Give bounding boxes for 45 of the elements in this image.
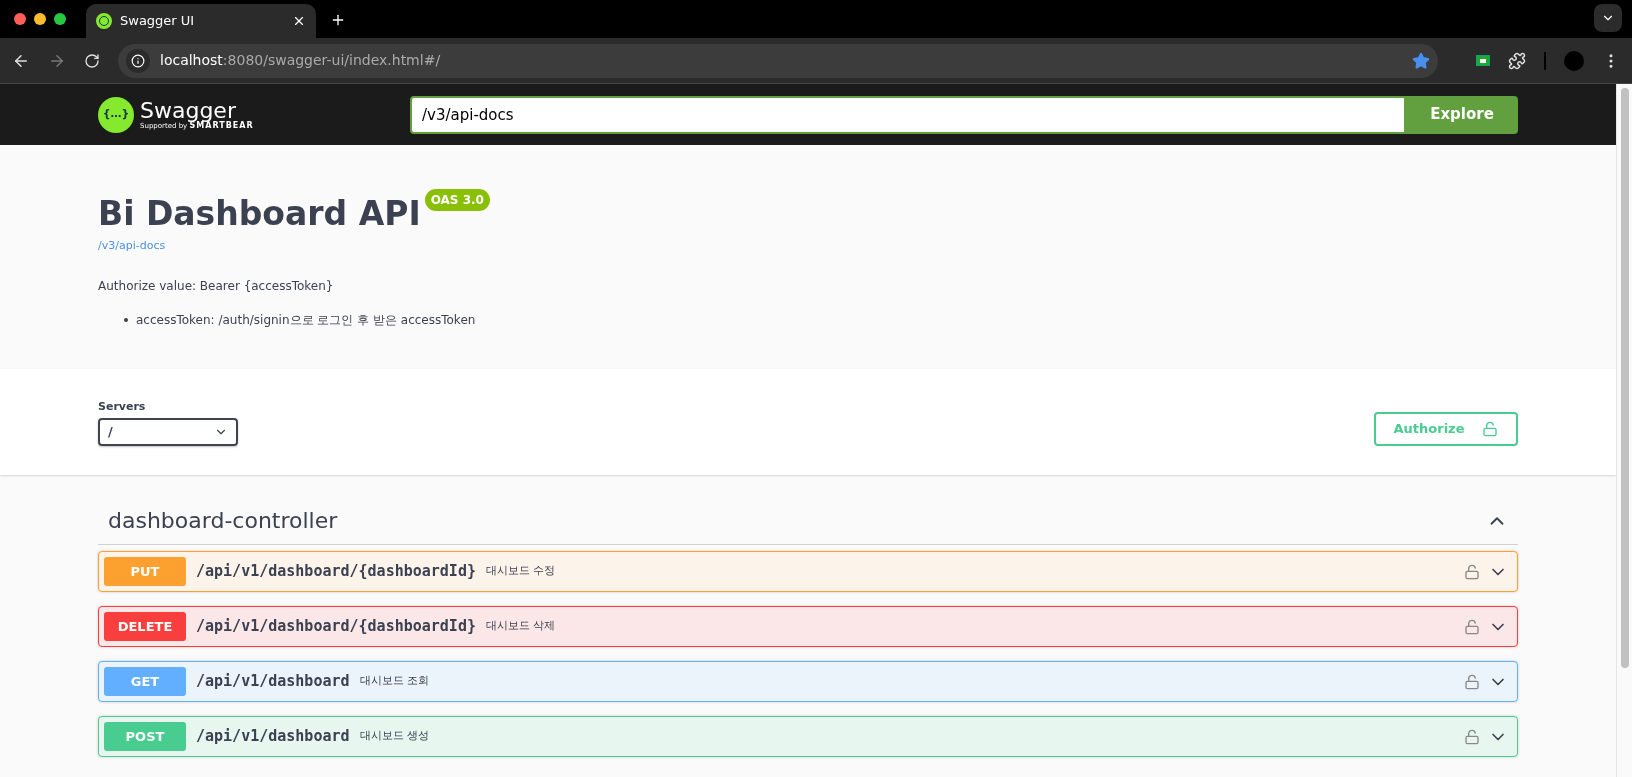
tab-title: Swagger UI bbox=[120, 12, 196, 31]
new-tab-icon[interactable] bbox=[330, 12, 346, 28]
endpoint-path: /api/v1/dashboard bbox=[196, 671, 350, 693]
endpoint-summary: 대시보드 수정 bbox=[485, 563, 557, 580]
api-title: Bi Dashboard API bbox=[98, 197, 421, 230]
operation-row[interactable]: PUT /api/v1/dashboard/{dashboardId} 대시보드 수정 bbox=[98, 551, 1518, 592]
unlocked-padlock-icon[interactable] bbox=[1464, 673, 1480, 690]
scrollbar-thumb[interactable] bbox=[1620, 88, 1629, 668]
site-info-icon[interactable] bbox=[126, 48, 150, 73]
extension-icon[interactable] bbox=[1476, 55, 1490, 66]
endpoint-path: /api/v1/dashboard bbox=[196, 726, 350, 748]
close-tab-icon[interactable] bbox=[292, 14, 306, 28]
operation-row[interactable]: POST /api/v1/dashboard 대시보드 생성 bbox=[98, 716, 1518, 757]
method-badge: PUT bbox=[104, 557, 186, 586]
bullet-text: accessToken: /auth/signin으로 로그인 후 받은 accessToken bbox=[136, 311, 476, 329]
unlocked-padlock-icon[interactable] bbox=[1464, 563, 1480, 580]
swagger-logo: {…} bbox=[98, 96, 134, 133]
server-select[interactable]: / bbox=[98, 417, 238, 446]
method-badge: GET bbox=[104, 667, 186, 696]
extensions-puzzle-icon[interactable] bbox=[1508, 51, 1526, 70]
operation-row[interactable]: GET /api/v1/dashboard 대시보드 조회 bbox=[98, 661, 1518, 702]
description-text: Authorize value: Bearer {accessToken} bbox=[98, 277, 335, 295]
url-text: localhost:8080/swagger-ui/index.html#/ bbox=[160, 51, 442, 70]
unlocked-padlock-icon bbox=[1482, 420, 1499, 437]
unlocked-padlock-icon[interactable] bbox=[1464, 618, 1480, 635]
endpoint-summary: 대시보드 삭제 bbox=[485, 618, 557, 635]
servers-label: Servers bbox=[98, 399, 147, 415]
endpoint-path: /api/v1/dashboard/{dashboardId} bbox=[196, 561, 476, 583]
version-badge: OAS 3.0 bbox=[424, 189, 490, 211]
tab-list-button[interactable] bbox=[1594, 4, 1622, 32]
browser-tab[interactable]: Swagger UI bbox=[86, 4, 316, 38]
unlocked-padlock-icon[interactable] bbox=[1464, 728, 1480, 745]
address-bar[interactable]: localhost:8080/swagger-ui/index.html#/ bbox=[118, 43, 1438, 78]
spec-url-field[interactable]: /v3/api-docs bbox=[410, 95, 1406, 134]
operation-row[interactable]: DELETE /api/v1/dashboard/{dashboardId} 대시보드 삭제 bbox=[98, 606, 1518, 647]
method-badge: POST bbox=[104, 722, 186, 751]
method-badge: DELETE bbox=[104, 612, 186, 641]
endpoint-path: /api/v1/dashboard/{dashboardId} bbox=[196, 616, 476, 638]
reload-icon[interactable] bbox=[84, 52, 100, 69]
logo-text: Swagger bbox=[140, 99, 236, 122]
endpoint-summary: 대시보드 조회 bbox=[359, 673, 431, 690]
bookmark-star-icon[interactable] bbox=[1412, 51, 1430, 70]
swagger-favicon-icon bbox=[96, 13, 112, 29]
endpoint-summary: 대시보드 생성 bbox=[359, 728, 431, 745]
tag-header[interactable]: dashboard-controller bbox=[98, 497, 1518, 545]
